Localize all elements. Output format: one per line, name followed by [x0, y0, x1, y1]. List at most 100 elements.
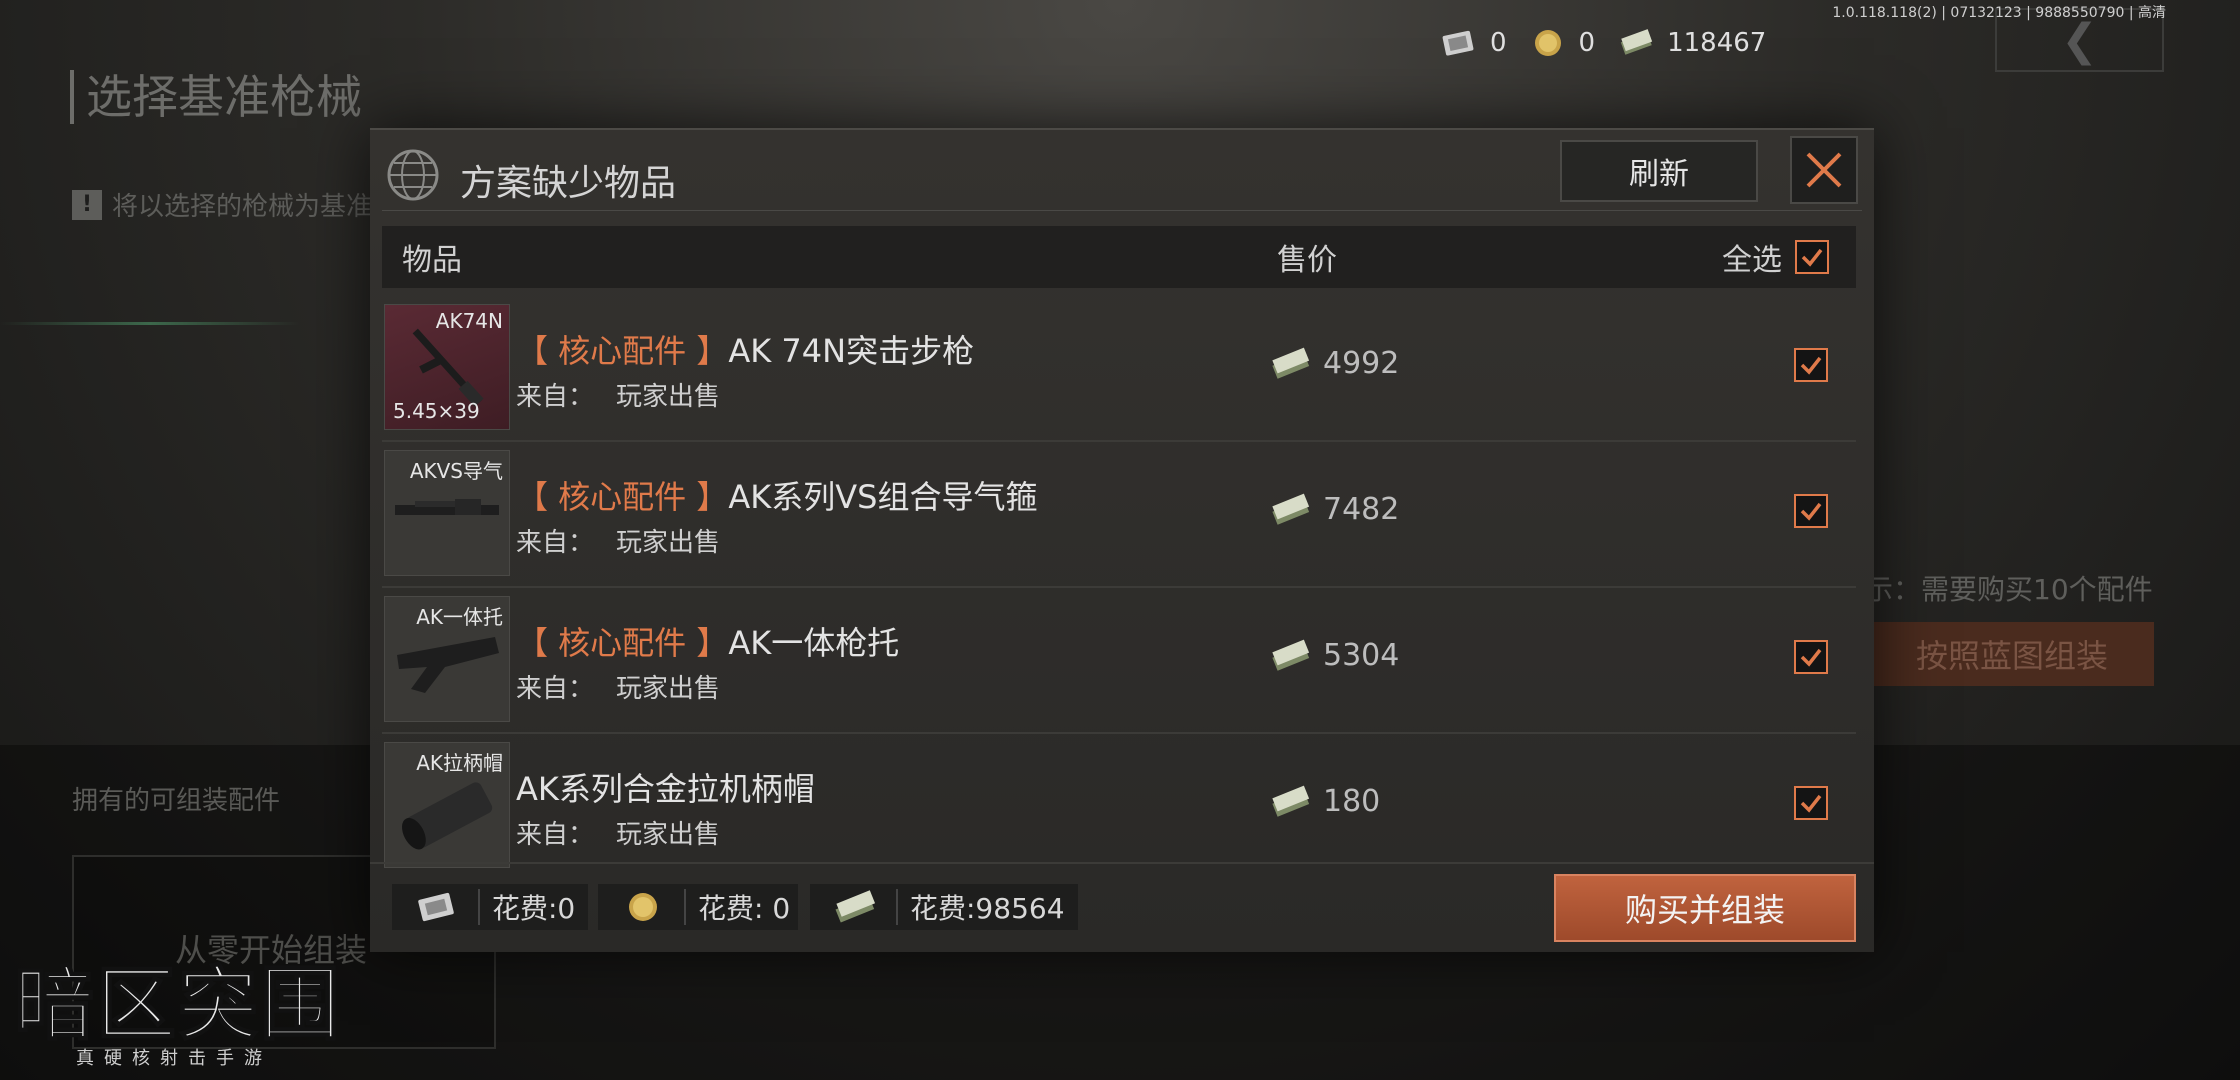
- item-name-text: AK系列VS组合导气箍: [728, 478, 1038, 516]
- checkmark-icon: [1800, 502, 1822, 521]
- item-name: 【 核心配件 】AK一体枪托: [516, 618, 899, 664]
- column-item: 物品: [402, 243, 462, 278]
- item-price: 5304: [1267, 638, 1399, 673]
- ticket-cost-value: 花费:0: [492, 892, 576, 925]
- close-icon: [1806, 152, 1842, 188]
- row-checkbox[interactable]: [1794, 786, 1828, 820]
- cash-balance: 118467: [1617, 28, 1766, 58]
- checkmark-icon: [1800, 794, 1822, 813]
- checkmark-icon: [1800, 648, 1822, 667]
- item-source: 来自： 玩家出售: [516, 522, 720, 559]
- cash-icon: [1272, 493, 1310, 525]
- dialog-footer: 花费:0 花费: 0 花费:98564 购买并组装: [370, 862, 1874, 954]
- screen-title: 选择基准枪械: [70, 70, 362, 124]
- buy-and-assemble-button[interactable]: 购买并组装: [1554, 874, 1856, 942]
- hint-text: ! 将以选择的枪械为基准: [72, 186, 372, 223]
- currency-bar: 0 0 118467: [1440, 28, 1788, 58]
- logo-subtitle: 真硬核射击手游: [76, 1048, 272, 1069]
- item-price: 4992: [1267, 346, 1399, 381]
- divider: [684, 889, 686, 925]
- item-code: AK74N: [435, 309, 503, 333]
- table-header: 物品 售价 全选: [382, 226, 1856, 288]
- source-label: 来自：: [516, 528, 595, 558]
- cash-icon: [1272, 347, 1310, 379]
- cash-cost: 花费:98564: [810, 884, 1078, 930]
- core-part-tag: 【 核心配件 】: [516, 332, 729, 370]
- core-part-tag: 【 核心配件 】: [516, 478, 729, 516]
- cash-icon: [1272, 639, 1310, 671]
- ticket-icon: [1442, 30, 1474, 56]
- row-checkbox[interactable]: [1794, 494, 1828, 528]
- table-row[interactable]: AK拉柄帽 AK系列合金拉机柄帽 来自： 玩家出售 180: [382, 734, 1856, 878]
- price-value: 180: [1323, 784, 1381, 819]
- table-row[interactable]: AK74N 5.45×39 【 核心配件 】AK 74N突击步枪 来自： 玩家出售…: [382, 296, 1856, 442]
- game-logo: 暗区突围 真硬核射击手游: [13, 961, 364, 1070]
- price-value: 7482: [1323, 492, 1400, 527]
- item-thumbnail: AK一体托: [384, 596, 510, 722]
- dialog-title: 方案缺少物品: [460, 163, 677, 204]
- select-all-checkbox[interactable]: [1795, 240, 1829, 274]
- cash-amount: 118467: [1667, 28, 1767, 58]
- coin-balance: 0: [1529, 28, 1596, 58]
- source-label: 来自：: [516, 820, 595, 850]
- item-price: 7482: [1267, 492, 1399, 527]
- purchase-tip: 示：需要购买10个配件: [1865, 573, 2153, 606]
- column-price: 售价: [1277, 243, 1337, 278]
- item-name: 【 核心配件 】AK系列VS组合导气箍: [516, 472, 1037, 518]
- source-value: 玩家出售: [616, 674, 721, 704]
- globe-icon: [387, 149, 439, 201]
- checkmark-icon: [1801, 248, 1823, 267]
- coin-icon: [629, 893, 657, 921]
- warning-icon: !: [72, 189, 102, 220]
- ticket-cost: 花费:0: [392, 884, 588, 930]
- core-part-tag: 【 核心配件 】: [516, 624, 729, 662]
- source-value: 玩家出售: [616, 382, 721, 412]
- divider: [478, 889, 480, 925]
- cash-cost-value: 花费:98564: [910, 892, 1065, 925]
- item-code: AKVS导气: [409, 459, 503, 483]
- ticket-balance: 0: [1440, 28, 1507, 58]
- owned-section-title: 拥有的可组装配件: [72, 786, 281, 816]
- item-name-text: AK系列合金拉机柄帽: [516, 770, 815, 808]
- table-row[interactable]: AK一体托 【 核心配件 】AK一体枪托 来自： 玩家出售 5304: [382, 588, 1856, 734]
- divider: [0, 322, 300, 325]
- coin-amount: 0: [1578, 28, 1596, 58]
- row-checkbox[interactable]: [1794, 348, 1828, 382]
- coin-icon: [1534, 30, 1561, 56]
- coin-cost-value: 花费: 0: [698, 892, 791, 925]
- item-thumbnail: AK74N 5.45×39: [384, 304, 510, 430]
- item-source: 来自： 玩家出售: [516, 814, 720, 851]
- select-all-label: 全选: [1722, 243, 1782, 278]
- blueprint-assemble-button[interactable]: 按照蓝图组装: [1870, 622, 2154, 686]
- item-source: 来自： 玩家出售: [516, 376, 720, 413]
- checkmark-icon: [1800, 356, 1822, 375]
- close-button[interactable]: [1790, 136, 1858, 204]
- item-code: AK一体托: [416, 605, 503, 629]
- version-info: 1.0.118.118(2) | 07132123 | 9888550790 |…: [1832, 5, 2166, 21]
- missing-items-dialog: 方案缺少物品 刷新 物品 售价 全选 AK74N 5.45×39 【 核心配件 …: [370, 128, 1874, 952]
- coin-cost: 花费: 0: [598, 884, 798, 930]
- dialog-header: 方案缺少物品 刷新: [370, 130, 1874, 210]
- divider: [896, 889, 898, 925]
- chevron-left-icon: ❮: [2061, 14, 2098, 66]
- item-thumbnail: AKVS导气: [384, 450, 510, 576]
- item-price: 180: [1267, 784, 1380, 819]
- refresh-button[interactable]: 刷新: [1560, 140, 1758, 202]
- hint-label: 将以选择的枪械为基准: [112, 192, 373, 222]
- row-checkbox[interactable]: [1794, 640, 1828, 674]
- item-name: 【 核心配件 】AK 74N突击步枪: [516, 326, 974, 372]
- cash-icon: [1620, 29, 1653, 55]
- item-name-text: AK 74N突击步枪: [728, 332, 975, 370]
- price-value: 4992: [1323, 346, 1400, 381]
- ticket-icon: [418, 892, 454, 922]
- source-value: 玩家出售: [616, 820, 721, 850]
- table-row[interactable]: AKVS导气 【 核心配件 】AK系列VS组合导气箍 来自： 玩家出售 7482: [382, 442, 1856, 588]
- item-source: 来自： 玩家出售: [516, 668, 720, 705]
- cash-icon: [835, 890, 876, 923]
- item-caliber: 5.45×39: [393, 399, 480, 423]
- ticket-amount: 0: [1490, 28, 1507, 58]
- item-list: AK74N 5.45×39 【 核心配件 】AK 74N突击步枪 来自： 玩家出售…: [382, 296, 1856, 878]
- header-divider: [382, 210, 1862, 211]
- source-label: 来自：: [516, 674, 595, 704]
- item-name-text: AK一体枪托: [728, 624, 900, 662]
